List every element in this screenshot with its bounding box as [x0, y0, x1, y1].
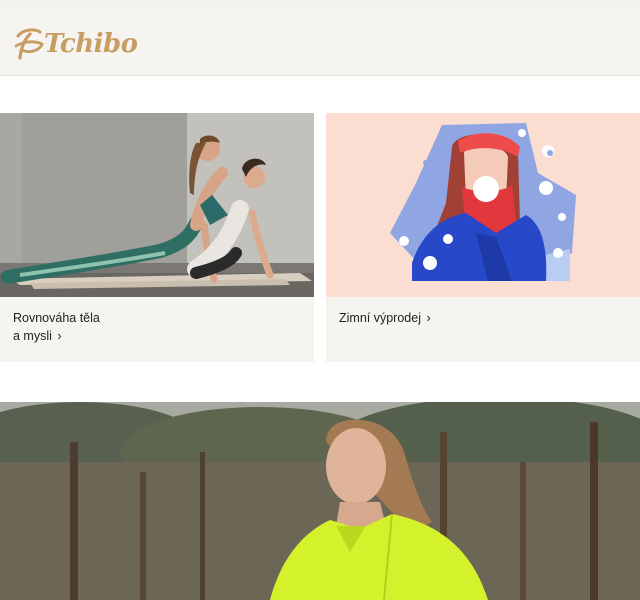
tchibo-logo[interactable]: Tchibo [12, 24, 142, 64]
hero-banner[interactable] [0, 402, 640, 600]
card-caption-winter-sale[interactable]: Zimní výprodej › [339, 309, 619, 327]
chevron-right-icon: › [426, 311, 431, 325]
card-caption-yoga[interactable]: Rovnováha těla a mysli › [13, 309, 293, 345]
chevron-right-icon: › [57, 329, 62, 343]
promo-card-yoga[interactable]: Rovnováha těla a mysli › [0, 113, 314, 362]
card-title-line2: a mysli [13, 329, 52, 343]
winter-illustration [326, 113, 640, 297]
site-header: Tchibo [0, 10, 640, 76]
card-title-line1: Zimní výprodej [339, 311, 421, 325]
card-title-line1: Rovnováha těla [13, 311, 100, 325]
promo-card-winter-sale[interactable]: Zimní výprodej › [326, 113, 640, 362]
top-strip [0, 0, 640, 10]
yoga-photo [0, 113, 314, 297]
tchibo-bean-icon [14, 28, 44, 60]
runner-photo [0, 402, 640, 600]
brand-name: Tchibo [44, 29, 138, 59]
